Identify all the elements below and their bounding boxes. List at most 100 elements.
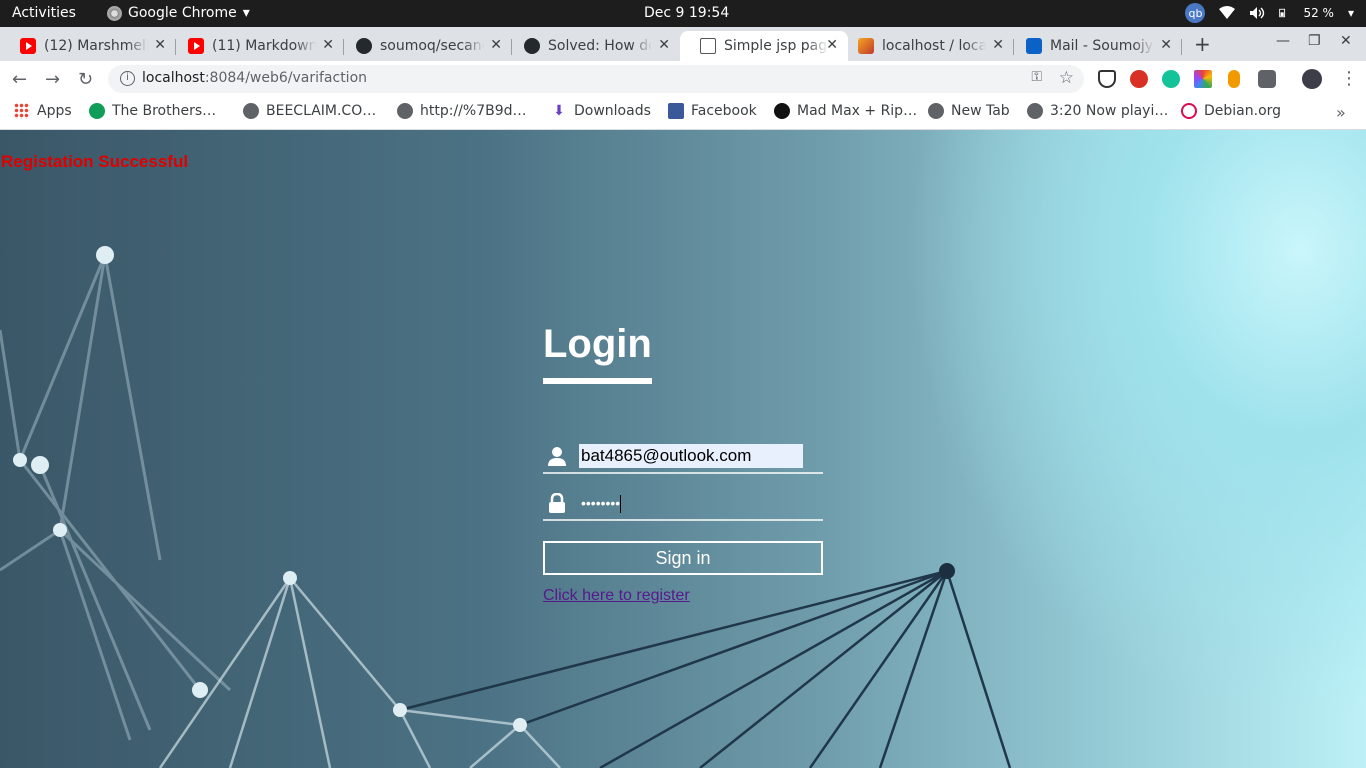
youtube-icon xyxy=(20,38,36,54)
shield-extension-icon[interactable] xyxy=(1098,70,1116,88)
more-bookmarks-icon[interactable]: » xyxy=(1336,103,1346,122)
bookmark-label: The Brothers… xyxy=(112,103,217,119)
bookmark-debian[interactable]: Debian.org xyxy=(1181,103,1281,119)
bookmark-mad-max[interactable]: Mad Max + Rip… xyxy=(774,103,917,119)
apps-grid-icon xyxy=(14,103,30,119)
tab-title: Mail - Soumojyo xyxy=(1050,38,1154,54)
tab-title: (12) Marshmello xyxy=(44,38,148,54)
mad-max-icon xyxy=(774,103,790,119)
tab-simple-jsp[interactable]: Simple jsp page ✕ xyxy=(680,31,848,61)
youtube-icon xyxy=(188,38,204,54)
brothers-site-icon xyxy=(89,103,105,119)
url-text[interactable]: localhost:8084/web6/varifaction xyxy=(142,70,367,86)
tab-solved[interactable]: Solved: How do ✕ xyxy=(504,31,680,61)
url-path: :8084/web6/varifaction xyxy=(204,70,368,86)
volume-icon xyxy=(1250,7,1265,19)
profile-avatar[interactable] xyxy=(1302,69,1322,89)
bookmark-apps[interactable]: Apps xyxy=(14,103,72,119)
bookmark-label: Facebook xyxy=(691,103,757,119)
register-link[interactable]: Click here to register xyxy=(543,587,690,605)
bookmark-new-tab[interactable]: New Tab xyxy=(928,103,1010,119)
registration-success-message: Registation Successful xyxy=(1,152,189,171)
password-input[interactable]: •••••••• xyxy=(579,491,623,515)
bookmark-label: Apps xyxy=(37,103,72,119)
chevron-down-icon: ▾ xyxy=(242,5,250,21)
bookmark-beeclaim[interactable]: BEECLAIM.CO… xyxy=(243,103,376,119)
tab-title: localhost / loca xyxy=(882,38,986,54)
system-tray[interactable]: qb 52 % ▾ xyxy=(1185,3,1354,23)
globe-icon xyxy=(1027,103,1043,119)
close-tab-icon[interactable]: ✕ xyxy=(154,37,166,53)
bookmark-label: 3:20 Now playi… xyxy=(1050,103,1169,119)
forward-icon[interactable]: → xyxy=(45,69,60,90)
tab-strip: (12) Marshmello ✕ (11) Markdown ✕ soumoq… xyxy=(0,27,1366,61)
battery-percent: 52 % xyxy=(1303,6,1334,20)
phpmyadmin-icon xyxy=(858,38,874,54)
back-icon[interactable]: ← xyxy=(12,69,27,90)
minimize-button[interactable]: — xyxy=(1276,33,1290,49)
key-icon[interactable]: ⚿ xyxy=(1031,69,1042,85)
tab-title: Simple jsp page xyxy=(724,38,828,54)
tab-title: (11) Markdown xyxy=(212,38,316,54)
lock-icon xyxy=(549,493,565,513)
star-icon[interactable]: ☆ xyxy=(1059,68,1074,88)
password-field[interactable]: •••••••• xyxy=(543,485,823,521)
chrome-menu-icon[interactable]: ⋮ xyxy=(1340,68,1358,89)
github-icon xyxy=(524,38,540,54)
bookmark-downloads[interactable]: ⬇ Downloads xyxy=(551,103,651,119)
qbittorrent-icon[interactable]: qb xyxy=(1185,3,1206,23)
orange-extension-icon[interactable] xyxy=(1228,70,1240,88)
close-window-button[interactable]: ✕ xyxy=(1340,33,1352,49)
close-tab-icon[interactable]: ✕ xyxy=(1160,37,1172,53)
download-icon: ⬇ xyxy=(553,103,565,119)
bookmark-the-brothers[interactable]: The Brothers… xyxy=(89,103,216,119)
bookmark-now-playing[interactable]: 3:20 Now playi… xyxy=(1027,103,1168,119)
globe-icon xyxy=(243,103,259,119)
system-top-bar: Activities Google Chrome ▾ Dec 9 19:54 q… xyxy=(0,0,1366,27)
bookmark-http[interactable]: http://%7B9d… xyxy=(397,103,527,119)
bookmark-facebook[interactable]: Facebook xyxy=(668,103,757,119)
close-tab-icon[interactable]: ✕ xyxy=(992,37,1004,53)
info-icon[interactable]: i xyxy=(120,71,135,86)
bookmarks-bar: Apps The Brothers… BEECLAIM.CO… http://%… xyxy=(0,97,1366,130)
close-tab-icon[interactable]: ✕ xyxy=(826,37,838,53)
adblock-extension-icon[interactable] xyxy=(1130,70,1148,88)
address-bar[interactable]: i localhost:8084/web6/varifaction ⚿ ☆ xyxy=(108,65,1084,93)
tab-github-secand[interactable]: soumoq/secand ✕ xyxy=(336,31,512,61)
activities-button[interactable]: Activities xyxy=(12,5,76,21)
bookmark-label: http://%7B9d… xyxy=(420,103,527,119)
tab-mail[interactable]: Mail - Soumojyo ✕ xyxy=(1006,31,1182,61)
chrome-icon xyxy=(107,5,122,21)
tab-title: soumoq/secand xyxy=(380,38,484,54)
close-tab-icon[interactable]: ✕ xyxy=(658,37,670,53)
bookmark-label: Mad Max + Rip… xyxy=(797,103,918,119)
email-input[interactable]: bat4865@outlook.com xyxy=(579,444,803,468)
tab-marshmello[interactable]: (12) Marshmello ✕ xyxy=(0,31,176,61)
email-field[interactable]: bat4865@outlook.com xyxy=(543,438,823,474)
globe-icon xyxy=(928,103,944,119)
grammarly-extension-icon[interactable] xyxy=(1162,70,1180,88)
sign-in-button[interactable]: Sign in xyxy=(543,541,823,575)
close-tab-icon[interactable]: ✕ xyxy=(490,37,502,53)
color-extension-icon[interactable] xyxy=(1194,70,1212,88)
maximize-button[interactable]: ❐ xyxy=(1308,33,1321,49)
clock[interactable]: Dec 9 19:54 xyxy=(644,5,729,21)
user-icon xyxy=(548,447,566,466)
robot-extension-icon[interactable] xyxy=(1258,70,1276,88)
tab-phpmyadmin[interactable]: localhost / loca ✕ xyxy=(838,31,1014,61)
reload-icon[interactable]: ↻ xyxy=(78,69,93,90)
bookmark-label: Downloads xyxy=(574,103,651,119)
bookmark-label: Debian.org xyxy=(1204,103,1282,119)
login-form: Login bat4865@outlook.com •••••••• Sign … xyxy=(543,324,823,605)
login-title: Login xyxy=(543,324,652,384)
tab-markdown[interactable]: (11) Markdown ✕ xyxy=(168,31,344,61)
power-menu-icon[interactable]: ▾ xyxy=(1348,6,1354,20)
globe-icon xyxy=(397,103,413,119)
page-icon xyxy=(700,38,716,54)
debian-icon xyxy=(1181,103,1197,119)
bookmark-label: New Tab xyxy=(951,103,1010,119)
close-tab-icon[interactable]: ✕ xyxy=(322,37,334,53)
app-menu[interactable]: Google Chrome ▾ xyxy=(107,5,250,21)
new-tab-button[interactable]: + xyxy=(1194,32,1211,56)
github-icon xyxy=(356,38,372,54)
